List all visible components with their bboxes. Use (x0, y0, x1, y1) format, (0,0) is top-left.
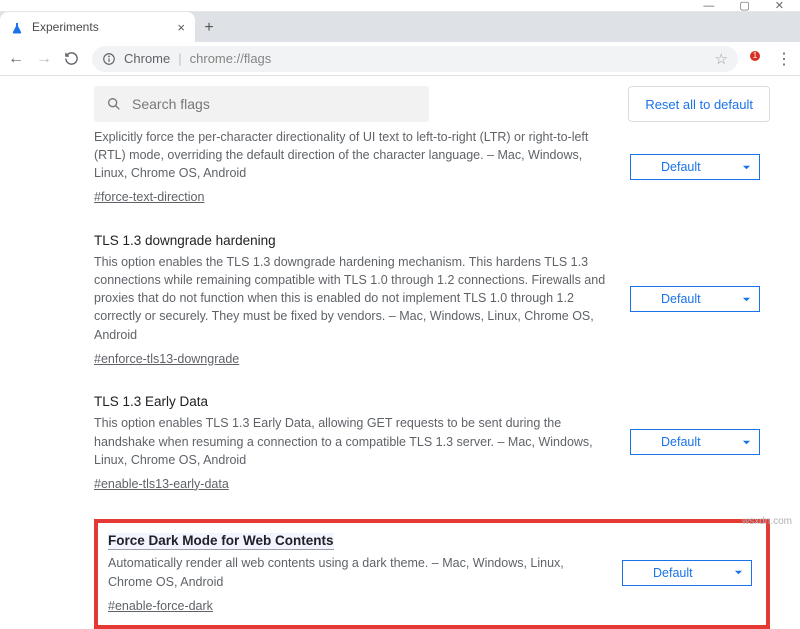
flag-hash-link[interactable]: #force-text-direction (94, 188, 204, 206)
flag-title: TLS 1.3 downgrade hardening (94, 231, 614, 251)
menu-icon[interactable]: ⋮ (776, 49, 792, 69)
flag-title: TLS 1.3 Early Data (94, 392, 614, 412)
flag-title: Force Dark Mode for Web Contents (108, 533, 334, 550)
omnibox[interactable]: Chrome | chrome://flags ☆ (92, 46, 738, 72)
flag-hash-link[interactable]: #enable-tls13-early-data (94, 475, 229, 493)
flag-hash-link[interactable]: #enable-force-dark (108, 597, 213, 615)
flag-dropdown[interactable]: Default (622, 560, 752, 586)
search-icon (106, 96, 122, 112)
back-icon[interactable]: ← (8, 50, 24, 68)
flag-tls13-downgrade: TLS 1.3 downgrade hardening This option … (94, 213, 770, 374)
chevron-down-icon (742, 295, 751, 304)
forward-icon: → (36, 50, 52, 68)
profile-area: ⋮ (756, 49, 792, 69)
chevron-down-icon (742, 163, 751, 172)
browser-tab[interactable]: Experiments × (0, 12, 195, 42)
search-input[interactable]: Search flags (94, 86, 429, 122)
flag-description: This option enables the TLS 1.3 downgrad… (94, 253, 614, 344)
browser-toolbar: ← → Chrome | chrome://flags ☆ ⋮ (0, 42, 800, 76)
chevron-down-icon (742, 438, 751, 447)
search-row: Search flags Reset all to default (94, 86, 770, 122)
tabstrip: Experiments × + (0, 12, 800, 42)
search-placeholder: Search flags (132, 96, 210, 112)
flag-description: This option enables TLS 1.3 Early Data, … (94, 414, 614, 468)
minimize-icon[interactable]: — (703, 0, 714, 12)
flag-description: Explicitly force the per-character direc… (94, 128, 614, 182)
watermark: wsxdn.com (742, 516, 792, 527)
close-window-icon[interactable]: ✕ (775, 0, 784, 12)
window-titlebar: — ▢ ✕ (0, 0, 800, 12)
omnibox-scheme: Chrome (124, 51, 170, 66)
reset-all-button[interactable]: Reset all to default (628, 86, 770, 122)
maximize-icon[interactable]: ▢ (739, 0, 749, 12)
flags-page: Search flags Reset all to default Explic… (0, 86, 800, 629)
omnibox-separator: | (178, 51, 181, 66)
star-icon[interactable]: ☆ (715, 50, 728, 68)
new-tab-button[interactable]: + (195, 14, 223, 42)
info-icon (102, 52, 116, 66)
flag-force-dark-mode: Force Dark Mode for Web Contents Automat… (94, 519, 770, 629)
flag-force-text-direction: Explicitly force the per-character direc… (94, 128, 770, 213)
flag-description: Automatically render all web contents us… (108, 554, 606, 590)
chevron-down-icon (734, 568, 743, 577)
flag-dropdown[interactable]: Default (630, 429, 760, 455)
flask-icon (10, 20, 24, 34)
flag-dropdown[interactable]: Default (630, 154, 760, 180)
flag-dropdown[interactable]: Default (630, 286, 760, 312)
flag-tls13-early-data: TLS 1.3 Early Data This option enables T… (94, 374, 770, 499)
close-tab-icon[interactable]: × (177, 20, 185, 35)
omnibox-url: chrome://flags (190, 51, 272, 66)
tab-title: Experiments (32, 20, 99, 34)
flag-hash-link[interactable]: #enforce-tls13-downgrade (94, 350, 239, 368)
reload-icon[interactable] (64, 51, 80, 66)
